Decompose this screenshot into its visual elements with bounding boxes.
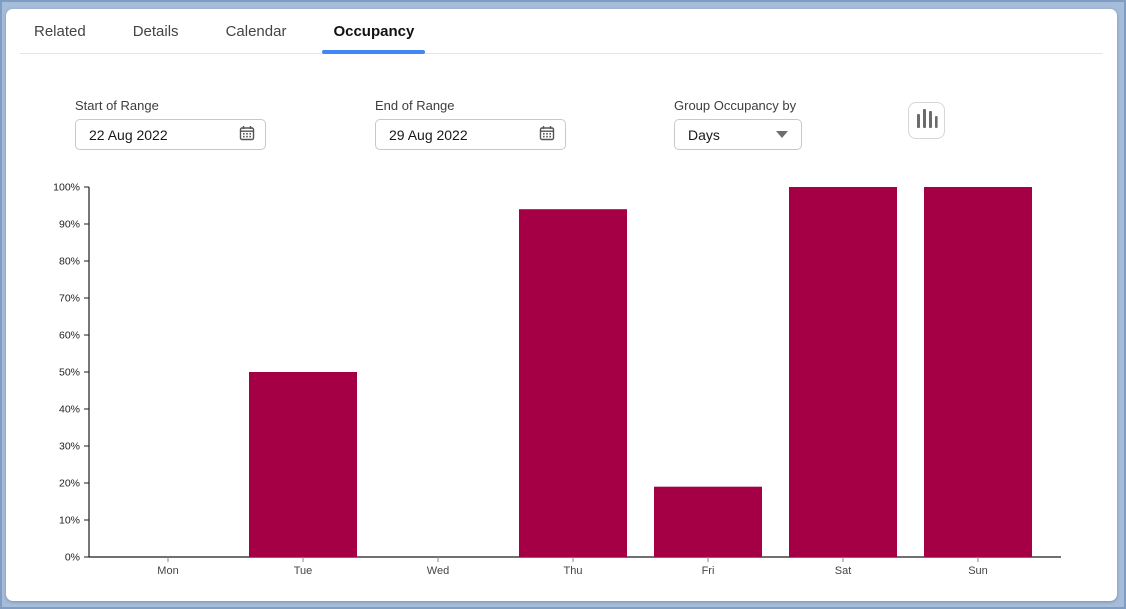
x-tick-label: Thu	[564, 565, 583, 577]
occupancy-chart: 0% 10% 20% 30% 40% 50% 60% 70% 80% 90% 100% Mon Tue W…	[6, 9, 1117, 601]
occupancy-bar-fri[interactable]	[654, 487, 762, 557]
x-tick-label: Mon	[157, 565, 178, 577]
x-tick-label: Sat	[835, 565, 852, 577]
y-tick-label: 40%	[59, 404, 80, 416]
occupancy-bar-sat[interactable]	[789, 187, 897, 557]
occupancy-panel: Related Details Calendar Occupancy Start…	[6, 9, 1117, 601]
y-tick-label: 30%	[59, 441, 80, 453]
occupancy-page: { "tabs": [ { "label": "Related", "activ…	[0, 0, 1126, 609]
x-tick-label: Tue	[294, 565, 313, 577]
y-tick-label: 20%	[59, 478, 80, 490]
y-tick-label: 100%	[53, 182, 80, 194]
y-tick-label: 60%	[59, 330, 80, 342]
occupancy-bar-tue[interactable]	[249, 372, 357, 557]
y-tick-label: 70%	[59, 293, 80, 305]
y-tick-label: 10%	[59, 515, 80, 527]
y-tick-label: 50%	[59, 367, 80, 379]
occupancy-bar-thu[interactable]	[519, 209, 627, 557]
x-tick-label: Sun	[968, 565, 988, 577]
y-tick-label: 80%	[59, 256, 80, 268]
y-tick-label: 90%	[59, 219, 80, 231]
x-tick-label: Fri	[702, 565, 715, 577]
occupancy-bar-sun[interactable]	[924, 187, 1032, 557]
x-tick-label: Wed	[427, 565, 449, 577]
y-tick-label: 0%	[65, 552, 80, 564]
